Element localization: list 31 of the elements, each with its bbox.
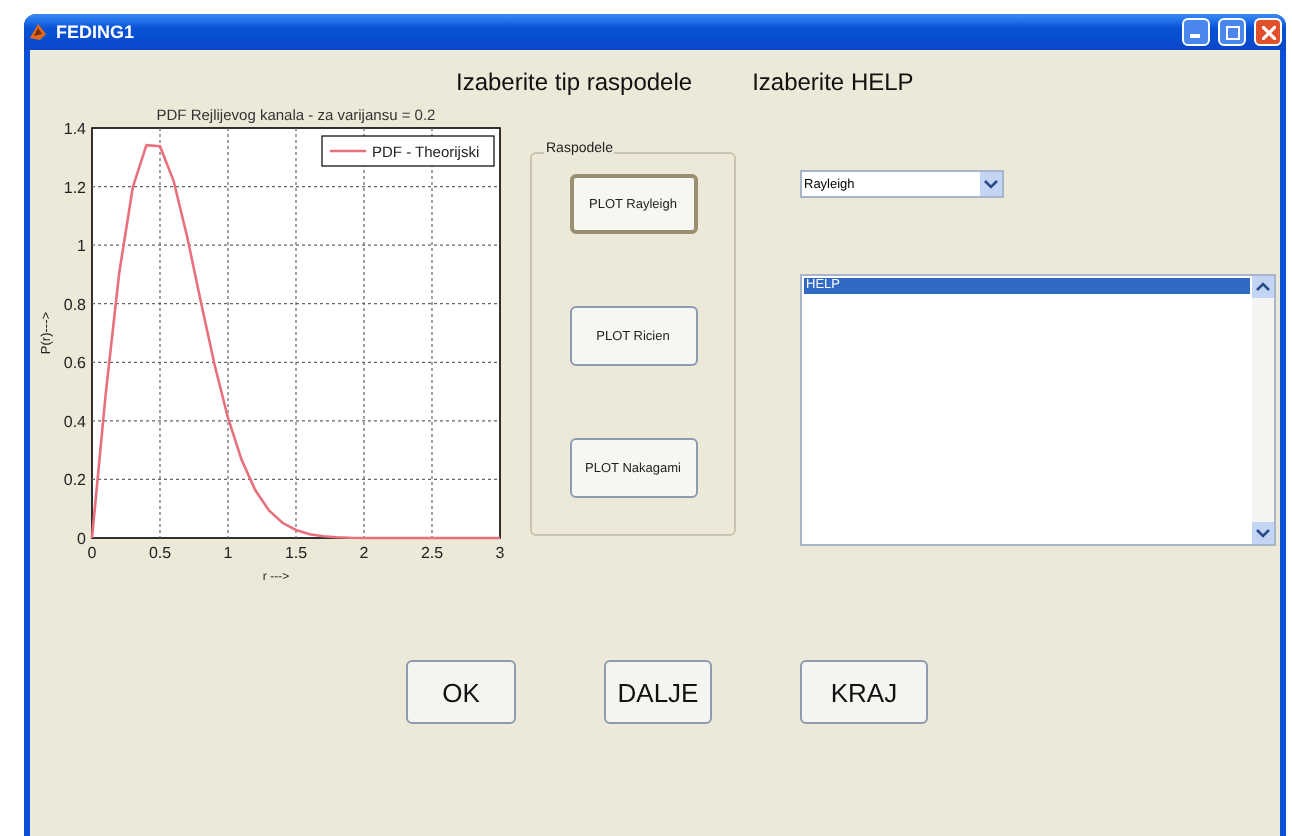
maximize-button[interactable] bbox=[1218, 18, 1246, 46]
close-button[interactable] bbox=[1254, 18, 1282, 46]
window-title: FEDING1 bbox=[56, 22, 137, 42]
heading: Izaberite HELP bbox=[752, 68, 914, 96]
minimize-button[interactable] bbox=[1182, 18, 1210, 46]
scroll-down-icon[interactable] bbox=[1252, 522, 1274, 544]
tick-label: 1 bbox=[77, 237, 86, 256]
tick-label: 1.2 bbox=[63, 178, 86, 197]
tick-label: 1.4 bbox=[63, 120, 86, 138]
tick-label: 2 bbox=[359, 544, 369, 562]
tick-label: 2.5 bbox=[420, 544, 444, 562]
tick-label: 0 bbox=[77, 530, 86, 548]
tick-label: 0.5 bbox=[148, 544, 172, 562]
tick-label: 1.5 bbox=[284, 544, 308, 562]
tick-label: 0.8 bbox=[63, 295, 86, 314]
tick-label: 3 bbox=[495, 544, 505, 562]
scrollbar[interactable] bbox=[1252, 276, 1274, 544]
caret-icon bbox=[980, 172, 1002, 196]
tick-label: 0.4 bbox=[63, 412, 86, 431]
tick-label: 1 bbox=[223, 544, 233, 562]
tick-label: 0 bbox=[87, 544, 97, 562]
action-button[interactable]: OK bbox=[406, 660, 516, 724]
tick-label: 0.2 bbox=[63, 471, 86, 490]
action-button[interactable]: KRAJ bbox=[800, 660, 928, 724]
app-icon bbox=[28, 22, 48, 42]
tick-label: 0.6 bbox=[63, 354, 86, 373]
heading: Izaberite tip raspodele bbox=[456, 68, 693, 96]
maximize-icon bbox=[1225, 25, 1239, 39]
action-button[interactable]: DALJE bbox=[604, 660, 712, 724]
close-icon bbox=[1261, 25, 1275, 39]
scroll-up-icon[interactable] bbox=[1252, 276, 1274, 298]
